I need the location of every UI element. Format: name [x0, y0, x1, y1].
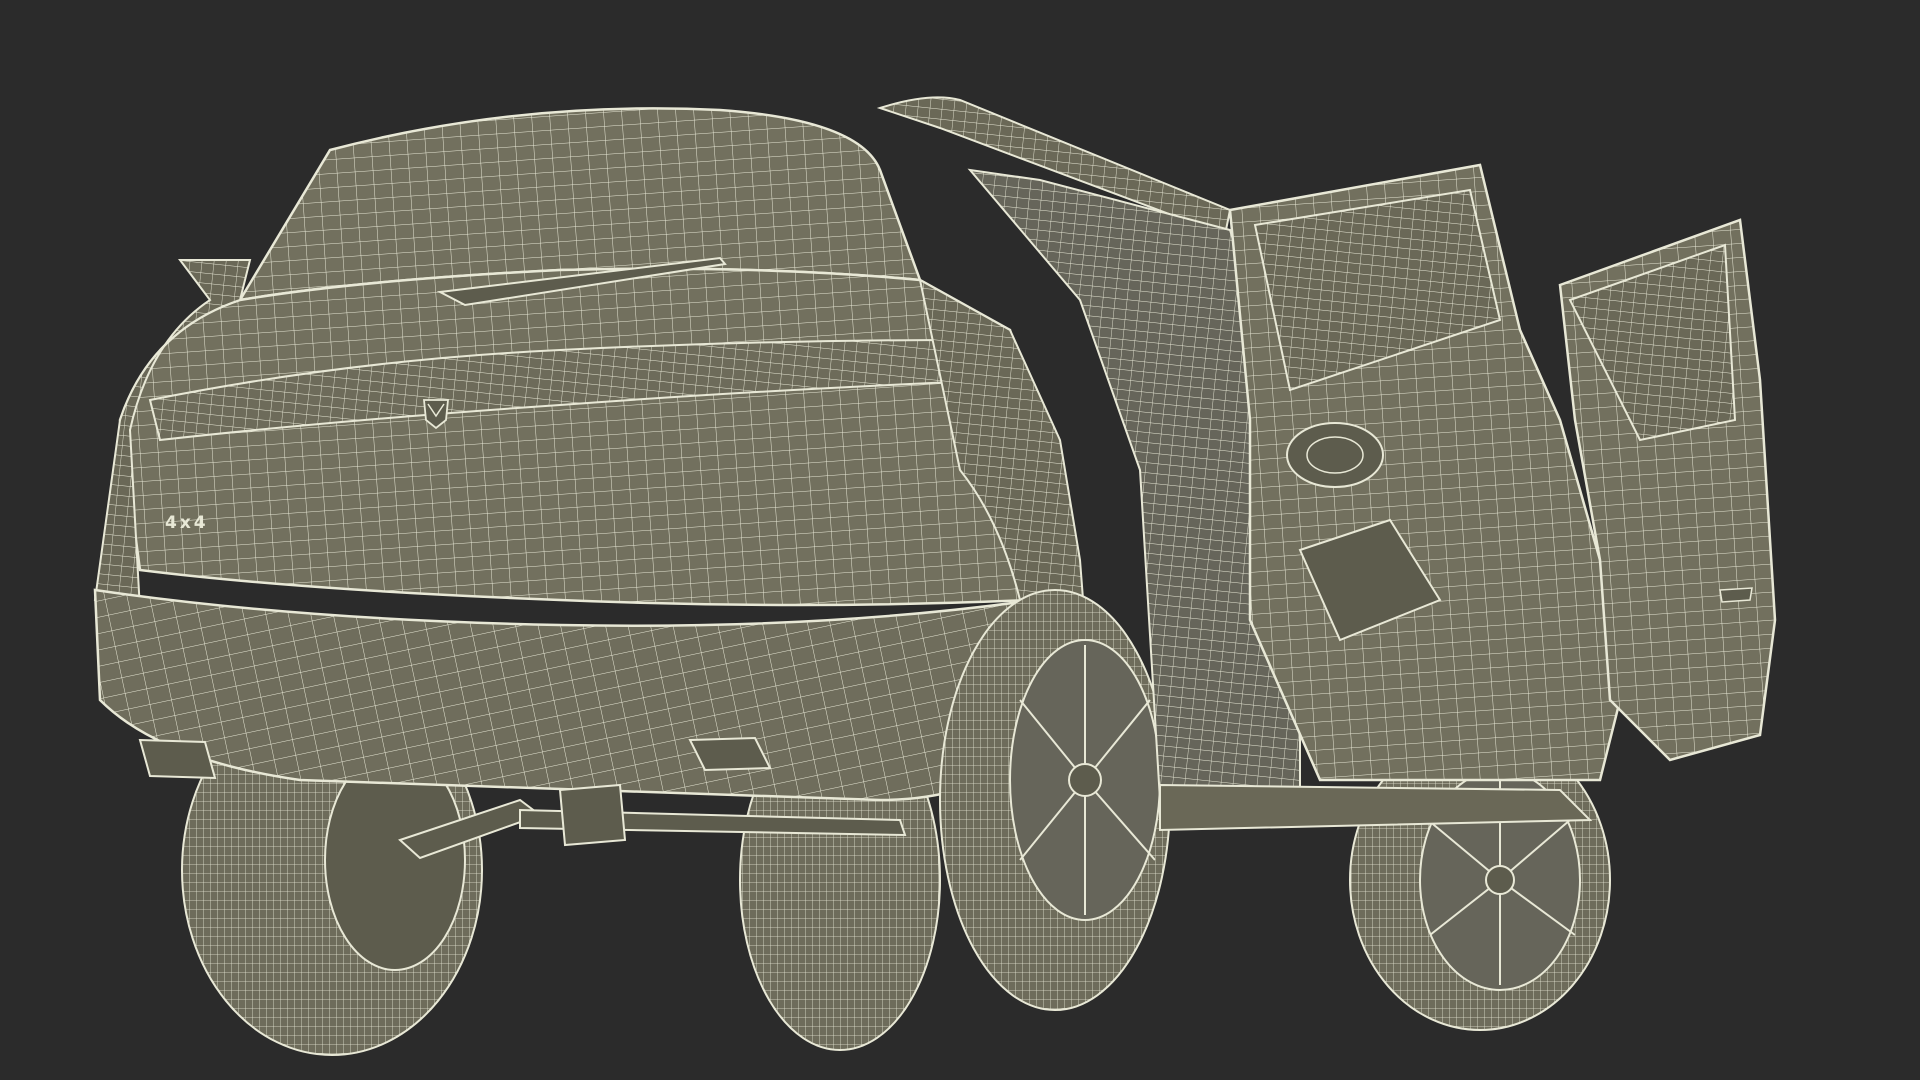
render-viewport: 4x4 — [0, 0, 1920, 1080]
suv-wireframe-model: 4x4 — [93, 96, 1777, 1056]
door-speaker-icon — [1286, 422, 1384, 488]
exhaust-left — [138, 738, 217, 780]
rear-door-handle — [1719, 587, 1753, 603]
exhaust-right — [688, 736, 772, 772]
rear-right-wheel — [939, 589, 1171, 1011]
open-front-door — [1228, 163, 1622, 782]
drive-badge: 4x4 — [165, 513, 209, 533]
